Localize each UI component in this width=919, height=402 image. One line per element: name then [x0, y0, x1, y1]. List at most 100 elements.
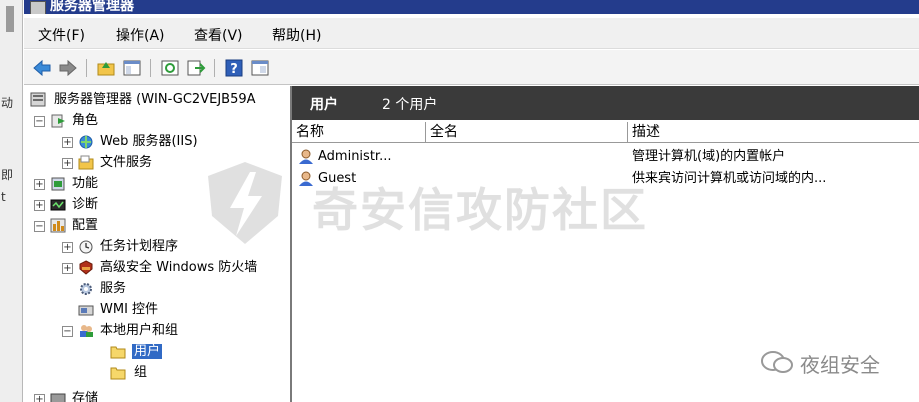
expand-toggle[interactable]: +: [62, 137, 73, 148]
expand-toggle[interactable]: +: [62, 263, 73, 274]
user-icon: [299, 171, 313, 186]
toolbar-separator: [214, 59, 215, 77]
tree-item-groups[interactable]: 组: [110, 363, 288, 382]
tree-item-storage[interactable]: + 存储: [34, 389, 284, 402]
wmi-icon: [78, 305, 94, 316]
tree-label: 任务计划程序: [100, 239, 179, 254]
tree-label: 高级安全 Windows 防火墙: [100, 260, 258, 275]
tree-label: 服务器管理器 (WIN-GC2VEJB59A: [54, 92, 256, 107]
menu-view[interactable]: 查看(V): [194, 25, 243, 45]
tree-label: 角色: [72, 113, 99, 128]
column-header-description[interactable]: 描述: [628, 122, 919, 142]
firewall-icon: [79, 260, 93, 275]
logo: 夜组安全: [760, 346, 910, 377]
tree-label: 本地用户和组: [100, 323, 179, 338]
tree-item-local-users-groups[interactable]: − 本地用户和组: [62, 321, 288, 340]
server-icon: [30, 92, 46, 107]
navigation-tree: 服务器管理器 (WIN-GC2VEJB59A − 角色 + Web 服务器(II…: [24, 86, 292, 402]
file-services-icon: [78, 155, 94, 170]
configuration-icon: [50, 218, 66, 233]
back-icon[interactable]: [32, 58, 52, 78]
storage-icon: [50, 393, 66, 402]
tree-item-file-services[interactable]: + 文件服务: [62, 153, 288, 172]
expand-toggle[interactable]: +: [62, 158, 73, 169]
toolbar: ?: [24, 50, 919, 85]
tree-label-selected: 用户: [132, 344, 163, 359]
user-name: Administr...: [318, 149, 392, 164]
svg-text:?: ?: [230, 62, 238, 77]
title-bar[interactable]: 服务器管理器: [24, 0, 919, 14]
folder-icon: [110, 367, 126, 380]
content-title: 用户: [310, 97, 338, 113]
tree-label: 诊断: [72, 197, 99, 212]
features-icon: [51, 177, 65, 191]
expand-toggle[interactable]: +: [34, 394, 45, 402]
menu-file[interactable]: 文件(F): [38, 25, 85, 45]
tree-item-firewall[interactable]: + 高级安全 Windows 防火墙: [62, 258, 288, 277]
tree-label: 存储: [72, 391, 99, 402]
tree-item-configuration[interactable]: − 配置: [34, 216, 284, 235]
user-description: 供来宾访问计算机或访问域的内...: [632, 171, 827, 186]
table-row[interactable]: Guest 供来宾访问计算机或访问域的内...: [292, 168, 919, 189]
properties-icon[interactable]: [250, 58, 270, 78]
tree-label: WMI 控件: [100, 302, 159, 317]
tree-item-diagnostics[interactable]: + 诊断: [34, 195, 284, 214]
collapse-toggle[interactable]: −: [34, 116, 45, 127]
menu-help[interactable]: 帮助(H): [272, 25, 321, 45]
scrollbar-thumb[interactable]: [6, 6, 14, 32]
tree-item-server-manager[interactable]: 服务器管理器 (WIN-GC2VEJB59A: [30, 90, 288, 109]
expand-toggle[interactable]: +: [34, 179, 45, 190]
column-header-name[interactable]: 名称: [292, 122, 426, 142]
wechat-icon: [761, 351, 793, 373]
globe-icon: [79, 135, 93, 149]
show-hide-tree-icon[interactable]: [122, 58, 142, 78]
menu-bar: 文件(F) 操作(A) 查看(V) 帮助(H): [24, 18, 919, 49]
folder-icon: [110, 346, 126, 359]
users-group-icon: [80, 325, 93, 337]
tree-item-task-scheduler[interactable]: + 任务计划程序: [62, 237, 288, 256]
export-list-icon[interactable]: [186, 58, 206, 78]
gear-icon: [80, 283, 92, 295]
table-row[interactable]: Administr... 管理计算机(域)的内置帐户: [292, 146, 919, 167]
server-manager-icon: [30, 1, 46, 14]
tree-item-users[interactable]: 用户: [110, 342, 288, 361]
refresh-icon[interactable]: [160, 58, 180, 78]
strip-text: 即: [1, 168, 14, 182]
tree-item-services[interactable]: 服务: [78, 279, 288, 298]
forward-icon[interactable]: [58, 58, 78, 78]
clock-icon: [79, 240, 93, 254]
tree-label: 配置: [72, 218, 99, 233]
diagnostics-icon: [50, 199, 66, 211]
up-folder-icon[interactable]: [96, 58, 116, 78]
tree-label: 文件服务: [100, 155, 153, 170]
user-name: Guest: [318, 171, 357, 186]
tree-item-wmi-control[interactable]: WMI 控件: [78, 300, 288, 319]
menu-action[interactable]: 操作(A): [116, 25, 165, 45]
expand-toggle[interactable]: +: [62, 242, 73, 253]
strip-text: 动: [1, 96, 14, 110]
window-title: 服务器管理器: [50, 0, 134, 14]
collapse-toggle[interactable]: −: [62, 326, 73, 337]
background-window-strip: 动 即 t: [0, 0, 23, 402]
tree-item-features[interactable]: + 功能: [34, 174, 284, 193]
tree-label: 组: [134, 365, 148, 380]
server-manager-window: 服务器管理器 文件(F) 操作(A) 查看(V) 帮助(H) ? 服务器管理器 …: [24, 0, 919, 402]
roles-icon: [51, 114, 65, 128]
tree-label: 功能: [72, 176, 99, 191]
user-description: 管理计算机(域)的内置帐户: [632, 149, 786, 164]
expand-toggle[interactable]: +: [34, 200, 45, 211]
logo-text: 夜组安全: [800, 353, 880, 377]
strip-text: t: [1, 190, 6, 204]
column-header-fullname[interactable]: 全名: [426, 122, 628, 142]
user-icon: [299, 149, 313, 164]
column-headers: 名称 全名 描述: [292, 122, 919, 143]
user-count: 2 个用户: [382, 97, 438, 113]
toolbar-separator: [86, 59, 87, 77]
tree-item-web-server[interactable]: + Web 服务器(IIS): [62, 132, 288, 151]
toolbar-separator: [150, 59, 151, 77]
tree-label: Web 服务器(IIS): [100, 134, 198, 149]
tree-label: 服务: [100, 281, 127, 296]
tree-item-roles[interactable]: − 角色: [34, 111, 284, 130]
collapse-toggle[interactable]: −: [34, 221, 45, 232]
help-icon[interactable]: ?: [224, 58, 244, 78]
